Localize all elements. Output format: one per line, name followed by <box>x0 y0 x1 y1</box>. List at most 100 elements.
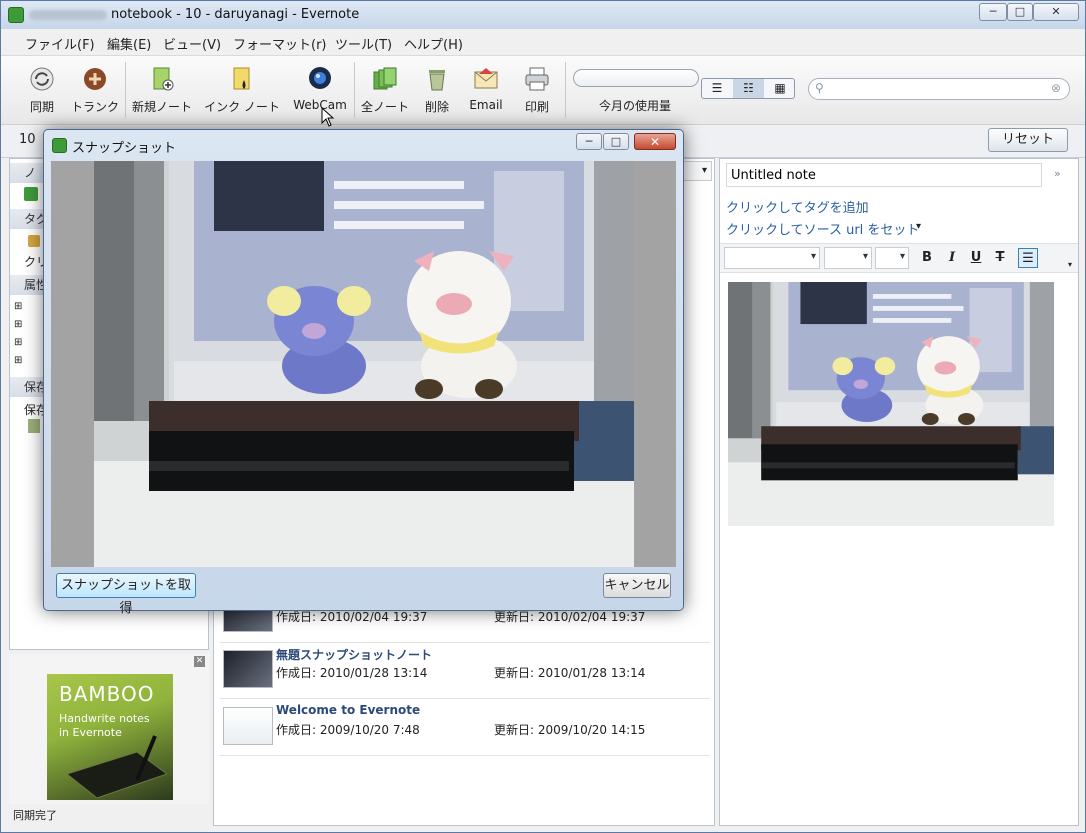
font-color-select[interactable] <box>875 247 909 269</box>
dialog-title: スナップショット <box>72 141 177 156</box>
ad-pane: ✕ BAMBOO Handwrite notes in Evernote <box>9 654 209 804</box>
minimize-button[interactable]: ─ <box>979 3 1007 21</box>
usage-meter <box>573 69 699 87</box>
note-title-input[interactable] <box>726 163 1042 187</box>
note-thumbnail <box>223 650 273 688</box>
detail-view-icon[interactable]: ☷ <box>733 79 764 98</box>
trunk-icon <box>84 68 106 90</box>
note-row[interactable]: 無題スナップショットノート 作成日: 2010/01/28 13:14 更新日:… <box>220 642 710 699</box>
evernote-logo-icon <box>52 138 67 153</box>
menu-file[interactable]: ファイル(F) <box>25 34 95 53</box>
all-notes-icon <box>373 67 397 90</box>
tag-icon[interactable] <box>28 235 40 247</box>
evernote-logo-icon <box>8 7 24 23</box>
strikethrough-button[interactable]: T <box>990 248 1010 268</box>
status-text: 同期完了 <box>13 809 57 822</box>
webcam-button[interactable]: WebCam <box>289 56 351 124</box>
snapshot-dialog: スナップショット ─ □ ✕ スナップショットを取得 キャンセル <box>43 129 684 616</box>
bold-button[interactable]: B <box>917 248 937 268</box>
dialog-close-button[interactable]: ✕ <box>634 133 676 150</box>
maximize-button[interactable]: □ <box>1007 3 1033 21</box>
new-note-label: 新規ノート <box>131 100 192 114</box>
usage-label: 今月の使用量 <box>599 99 672 113</box>
note-created: 作成日: 2009/10/20 7:48 <box>276 723 420 737</box>
note-created: 作成日: 2010/01/28 13:14 <box>276 666 428 680</box>
search-icon: ⚲ <box>815 81 824 95</box>
align-left-icon[interactable]: ☰ <box>1018 248 1038 268</box>
trash-icon <box>429 70 445 91</box>
webcam-label: WebCam <box>293 98 347 112</box>
expand-icon[interactable]: ⊞ <box>14 337 22 348</box>
all-notes-label: 全ノート <box>360 100 409 114</box>
chevron-down-icon[interactable]: » <box>1054 167 1061 180</box>
font-family-select[interactable] <box>724 247 820 269</box>
ad-text-line1: Handwrite notes <box>59 712 150 725</box>
menu-format[interactable]: フォーマット(r) <box>233 34 327 53</box>
toolbar-divider <box>354 62 355 118</box>
expand-icon[interactable]: ⊞ <box>14 355 22 366</box>
menu-tools[interactable]: ツール(T) <box>335 34 392 53</box>
note-updated: 更新日: 2010/01/28 13:14 <box>494 666 646 680</box>
reset-button[interactable]: リセット <box>988 128 1068 152</box>
menu-view[interactable]: ビュー(V) <box>163 34 221 53</box>
font-size-select[interactable] <box>824 247 872 269</box>
print-label: 印刷 <box>524 100 549 114</box>
trash-icon[interactable] <box>28 419 40 433</box>
underline-button[interactable]: U <box>966 248 986 268</box>
ink-note-icon <box>233 67 250 90</box>
trunk-button[interactable]: トランク <box>67 56 123 124</box>
dialog-minimize-button[interactable]: ─ <box>576 133 602 150</box>
window-title: notebook - 10 - daruyanagi - Evernote <box>111 7 360 22</box>
all-notes-button[interactable]: 全ノート <box>359 56 411 124</box>
thumbnail-view-icon[interactable]: ▦ <box>765 79 795 98</box>
email-icon <box>474 68 498 89</box>
add-tag-link[interactable]: クリックしてタグを追加 <box>726 197 869 216</box>
menu-help[interactable]: ヘルプ(H) <box>404 34 463 53</box>
set-source-link[interactable]: クリックしてソース url をセット <box>726 219 919 238</box>
trunk-label: トランク <box>70 100 119 114</box>
webcam-icon <box>309 67 331 89</box>
mouse-cursor-icon <box>321 107 335 127</box>
new-note-button[interactable]: 新規ノート <box>129 56 195 124</box>
webcam-preview <box>51 161 676 567</box>
sync-button[interactable]: 同期 <box>21 56 63 124</box>
title-bar: notebook - 10 - daruyanagi - Evernote ─ … <box>1 1 1085 29</box>
note-editor: » クリックしてタグを追加 クリックしてソース url をセット ▾ B I U… <box>719 158 1079 826</box>
new-note-icon <box>153 67 174 91</box>
format-toolbar: B I U T ☰ ▾ <box>720 243 1078 273</box>
print-button[interactable]: 印刷 <box>515 56 559 124</box>
dialog-maximize-button[interactable]: □ <box>603 133 629 150</box>
email-label: Email <box>469 98 503 112</box>
italic-button[interactable]: I <box>942 248 962 268</box>
expand-icon[interactable]: ⊞ <box>14 319 22 330</box>
clear-search-icon[interactable]: ⊗ <box>1051 81 1061 95</box>
toolbar-divider <box>125 62 126 118</box>
note-updated: 更新日: 2009/10/20 14:15 <box>494 723 646 737</box>
search-input[interactable] <box>831 81 1035 99</box>
menu-bar: ファイル(F) 編集(E) ビュー(V) フォーマット(r) ツール(T) ヘル… <box>1 29 1085 56</box>
ink-note-label: インク ノート <box>204 100 280 114</box>
search-box: ⚲ ⊗ <box>808 78 1070 100</box>
note-title: 無題スナップショットノート <box>276 648 433 662</box>
email-button[interactable]: Email <box>463 56 509 124</box>
ink-note-button[interactable]: インク ノート <box>199 56 285 124</box>
more-format-icon[interactable]: ▾ <box>1068 260 1072 269</box>
note-title: Welcome to Evernote <box>276 703 421 717</box>
close-button[interactable]: ✕ <box>1033 3 1079 21</box>
printer-icon <box>525 67 549 91</box>
menu-edit[interactable]: 編集(E) <box>107 34 151 53</box>
ad-close-icon[interactable]: ✕ <box>194 656 205 667</box>
bamboo-ad[interactable]: BAMBOO Handwrite notes in Evernote <box>47 674 173 800</box>
list-view-icon[interactable]: ☰ <box>702 79 732 98</box>
delete-button[interactable]: 削除 <box>415 56 459 124</box>
toolbar-divider <box>565 62 566 118</box>
source-dropdown-icon[interactable]: ▾ <box>916 221 921 232</box>
notebook-icon[interactable] <box>24 187 38 201</box>
note-row[interactable]: Welcome to Evernote 作成日: 2009/10/20 7:48… <box>220 699 710 756</box>
cancel-button[interactable]: キャンセル <box>603 573 671 598</box>
expand-icon[interactable]: ⊞ <box>14 301 22 312</box>
webcam-feed <box>94 161 634 567</box>
sync-label: 同期 <box>29 100 54 114</box>
webcam-photo-image <box>728 282 1054 526</box>
take-snapshot-button[interactable]: スナップショットを取得 <box>56 573 196 616</box>
